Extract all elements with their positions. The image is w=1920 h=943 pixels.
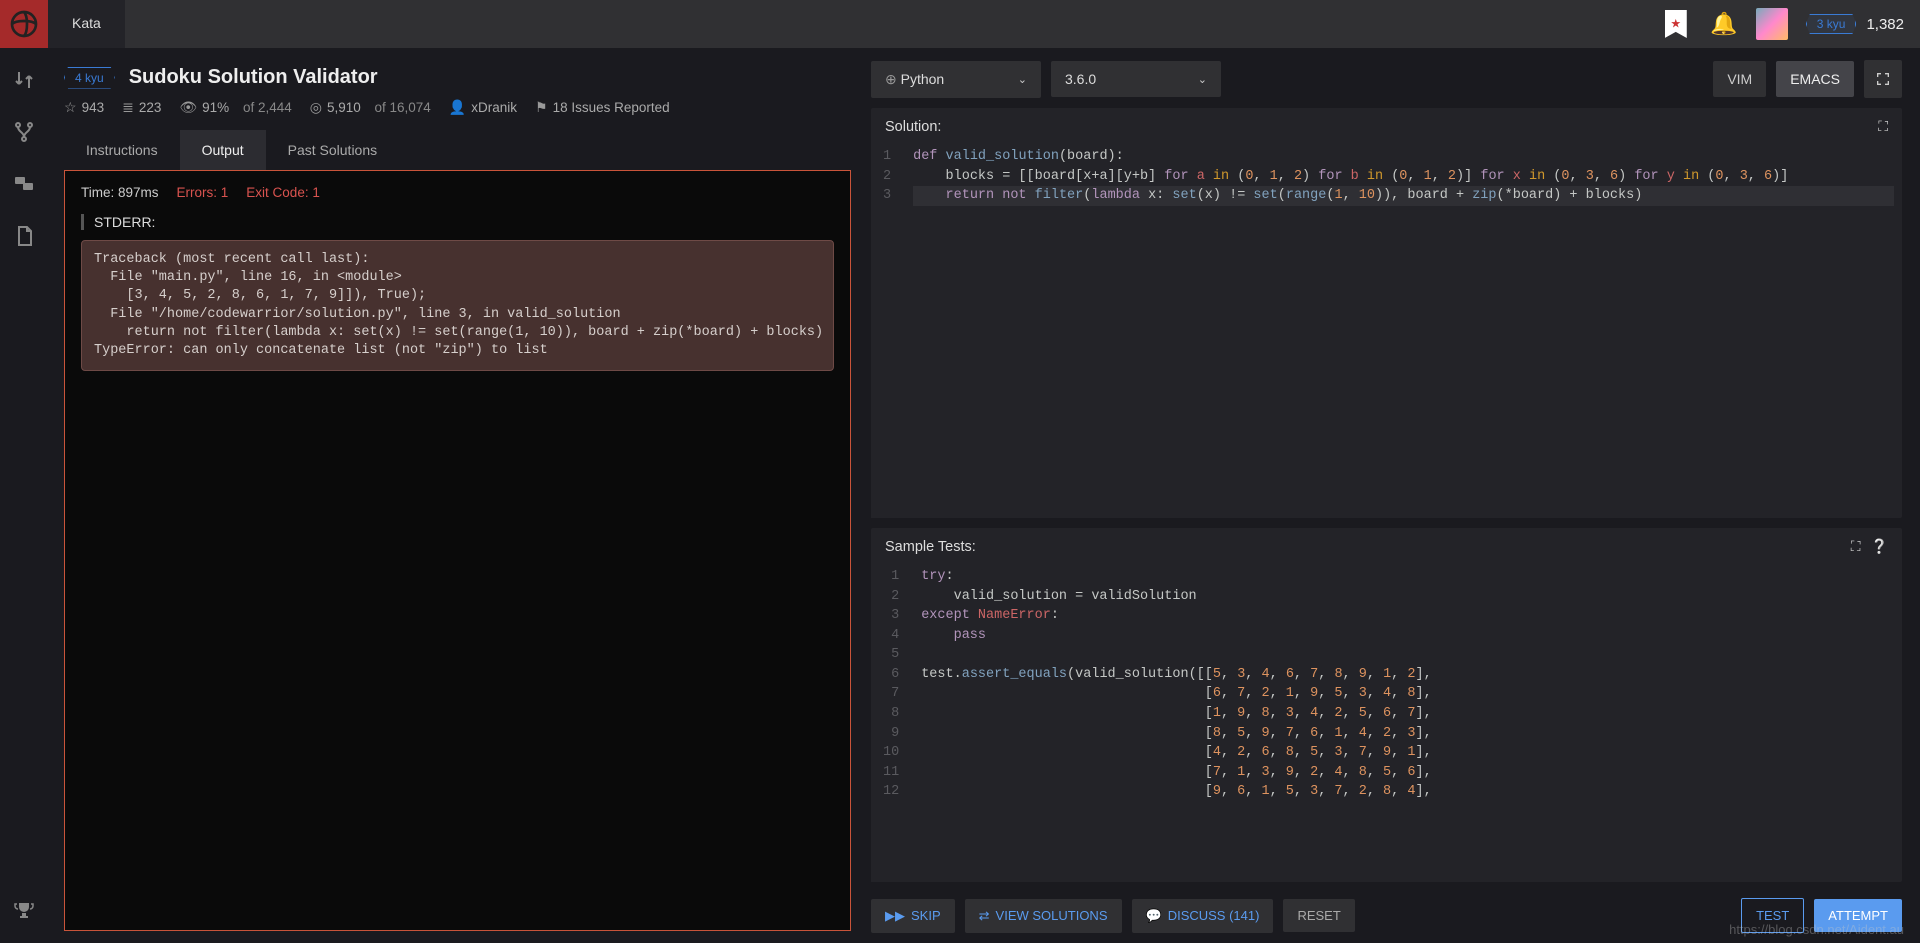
- solution-editor[interactable]: 123 def valid_solution(board): blocks = …: [871, 145, 1902, 518]
- tab-kata[interactable]: Kata: [48, 0, 125, 48]
- kata-rank: 4 kyu: [64, 67, 115, 89]
- doc-icon[interactable]: [12, 224, 36, 248]
- kata-title: Sudoku Solution Validator: [129, 66, 378, 89]
- bell-icon[interactable]: 🔔: [1706, 6, 1742, 42]
- expand-icon[interactable]: ⛶: [1851, 538, 1861, 555]
- compare-icon[interactable]: [12, 68, 36, 92]
- reset-button[interactable]: RESET: [1283, 899, 1354, 932]
- tab-past-solutions[interactable]: Past Solutions: [266, 130, 400, 170]
- stderr-heading: STDERR:: [81, 214, 834, 230]
- emacs-mode-button[interactable]: EMACS: [1776, 61, 1854, 97]
- unlock-icon: ⇄: [979, 908, 990, 924]
- expand-icon[interactable]: ⛶: [1878, 118, 1888, 135]
- discuss-button[interactable]: 💬DISCUSS (141): [1132, 899, 1274, 933]
- user-points: 1,382: [1866, 16, 1904, 33]
- issues-link[interactable]: 18 Issues Reported: [553, 100, 670, 115]
- eye-icon: 👁: [179, 99, 197, 116]
- language-select[interactable]: ⊕ Python ⌄: [871, 61, 1041, 98]
- chat-icon[interactable]: [12, 172, 36, 196]
- test-button[interactable]: TEST: [1741, 898, 1804, 933]
- view-solutions-button[interactable]: ⇄VIEW SOLUTIONS: [965, 899, 1122, 933]
- tests-panel: Sample Tests: ⛶ ❔ 123456789101112 try: v…: [871, 528, 1902, 882]
- author-link[interactable]: xDranik: [471, 100, 517, 115]
- user-rank: 3 kyu: [1806, 14, 1857, 34]
- run-time: Time: 897ms: [81, 185, 159, 200]
- trophy-icon[interactable]: [12, 899, 36, 923]
- tests-label: Sample Tests:: [885, 539, 976, 555]
- sidebar: [0, 48, 48, 943]
- solution-label: Solution:: [885, 119, 941, 135]
- output-panel: Time: 897ms Errors: 1 Exit Code: 1 STDER…: [64, 170, 851, 931]
- stderr-content: Traceback (most recent call last): File …: [81, 240, 834, 371]
- avatar[interactable]: [1754, 6, 1790, 42]
- kata-stats: ☆943 ≣223 👁91% of 2,444 ◎5,910 of 16,074…: [64, 99, 851, 116]
- star-icon: ☆: [64, 99, 77, 116]
- chevron-down-icon: ⌄: [1018, 73, 1027, 86]
- forward-icon: ▶▶: [885, 908, 905, 924]
- layers-icon: ≣: [122, 99, 134, 116]
- tab-output[interactable]: Output: [180, 130, 266, 170]
- topbar: Kata 🔔 3 kyu 1,382: [0, 0, 1920, 48]
- skip-button[interactable]: ▶▶SKIP: [871, 899, 955, 933]
- vim-mode-button[interactable]: VIM: [1713, 61, 1766, 97]
- bookmark-icon[interactable]: [1658, 6, 1694, 42]
- fullscreen-button[interactable]: [1864, 60, 1902, 98]
- branch-icon[interactable]: [12, 120, 36, 144]
- run-errors: Errors: 1: [177, 185, 229, 200]
- python-icon: ⊕: [885, 71, 897, 87]
- solution-panel: Solution: ⛶ 123 def valid_solution(board…: [871, 108, 1902, 518]
- logo[interactable]: [0, 0, 48, 48]
- help-icon[interactable]: ❔: [1871, 538, 1888, 555]
- version-select[interactable]: 3.6.0 ⌄: [1051, 61, 1221, 97]
- tab-instructions[interactable]: Instructions: [64, 130, 180, 170]
- chevron-down-icon: ⌄: [1198, 73, 1207, 86]
- comment-icon: 💬: [1146, 908, 1162, 924]
- flag-icon: ⚑: [535, 99, 548, 116]
- attempt-button[interactable]: ATTEMPT: [1814, 899, 1902, 932]
- tests-editor[interactable]: 123456789101112 try: valid_solution = va…: [871, 565, 1902, 882]
- target-icon: ◎: [310, 99, 322, 116]
- exit-code: Exit Code: 1: [246, 185, 320, 200]
- user-icon: 👤: [449, 99, 466, 116]
